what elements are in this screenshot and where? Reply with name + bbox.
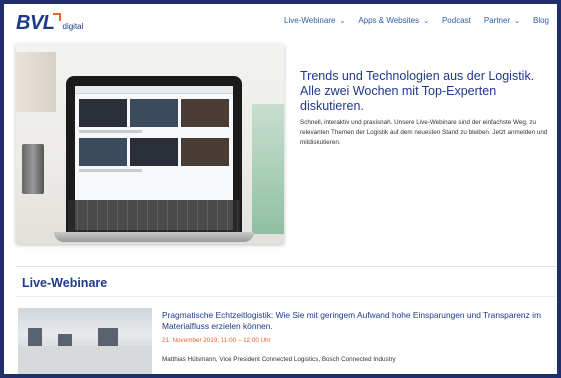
webinar-thumbnail[interactable] bbox=[18, 308, 152, 374]
screen-card bbox=[181, 138, 229, 166]
screen-card-row bbox=[75, 133, 233, 166]
nav-label: Partner bbox=[483, 16, 511, 25]
browser-bar bbox=[75, 86, 233, 94]
section-divider bbox=[16, 296, 557, 297]
screen-card bbox=[79, 99, 127, 127]
laptop-keyboard bbox=[68, 200, 240, 232]
hero-laptop-image bbox=[16, 44, 284, 244]
screen-card bbox=[181, 99, 229, 127]
nav-label: Apps & Websites bbox=[358, 16, 420, 25]
screen-text-line bbox=[79, 169, 143, 172]
screen-card bbox=[130, 138, 178, 166]
section-divider bbox=[16, 266, 557, 267]
bvl-digital-logo[interactable]: BVL digital bbox=[16, 9, 83, 33]
logo-corner-mark bbox=[52, 13, 61, 21]
webinar-title-link[interactable]: Pragmatische Echtzeitlogistik: Wie Sie m… bbox=[162, 310, 554, 332]
chevron-down-icon: ⌄ bbox=[339, 17, 346, 25]
main-nav: Live-Webinare ⌄ Apps & Websites ⌄ Podcas… bbox=[271, 16, 549, 25]
nav-item-apps-websites[interactable]: Apps & Websites ⌄ bbox=[358, 16, 429, 25]
nav-label: Blog bbox=[532, 16, 549, 25]
nav-item-partner[interactable]: Partner ⌄ bbox=[484, 16, 520, 25]
nav-item-blog[interactable]: Blog bbox=[533, 16, 549, 25]
site-header: BVL digital Live-Webinare ⌄ Apps & Websi… bbox=[4, 4, 557, 38]
mug-shape bbox=[22, 144, 44, 194]
hero-description: Schnell, interaktiv und praxisnah. Unser… bbox=[300, 119, 548, 146]
webinar-speaker: Matthias Hülsmann, Vice President Connec… bbox=[162, 356, 396, 363]
nav-item-podcast[interactable]: Podcast bbox=[442, 16, 471, 25]
section-title-live-webinare: Live-Webinare bbox=[22, 276, 108, 290]
screen-card bbox=[130, 99, 178, 127]
logo-wordmark: BVL bbox=[16, 12, 55, 34]
hero-title: Trends und Technologien aus der Logistik… bbox=[300, 69, 535, 113]
nav-item-live-webinare[interactable]: Live-Webinare ⌄ bbox=[284, 16, 345, 25]
background-shelf bbox=[16, 52, 56, 112]
chevron-down-icon: ⌄ bbox=[514, 17, 520, 25]
nav-label: Podcast bbox=[441, 16, 471, 25]
laptop-base bbox=[54, 232, 254, 242]
screen-card-row bbox=[75, 94, 233, 127]
webinar-date: 21. November 2019, 11:00 – 12:00 Uhr bbox=[162, 337, 271, 344]
warehouse-floor bbox=[18, 346, 152, 374]
screen-card bbox=[79, 138, 127, 166]
nav-label: Live-Webinare bbox=[284, 16, 336, 25]
page: BVL digital Live-Webinare ⌄ Apps & Websi… bbox=[4, 4, 557, 374]
plant-shape bbox=[252, 104, 284, 234]
chevron-down-icon: ⌄ bbox=[423, 17, 429, 25]
logo-subtitle: digital bbox=[62, 22, 84, 31]
